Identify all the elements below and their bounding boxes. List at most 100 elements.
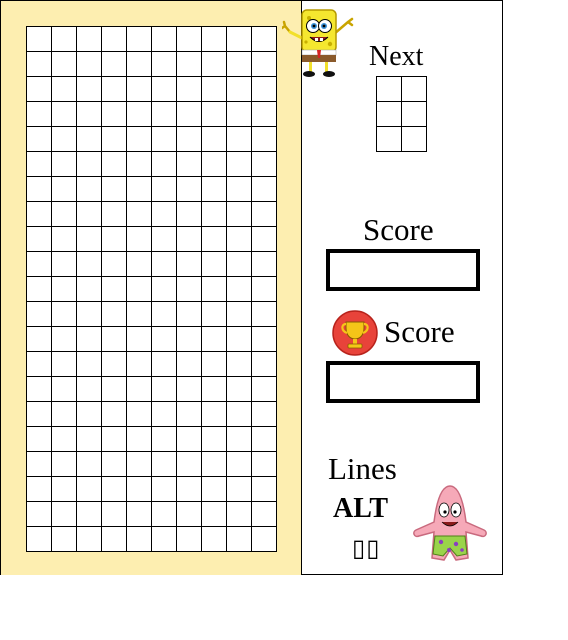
grid-cell: [152, 102, 177, 127]
grid-cell: [152, 77, 177, 102]
grid-cell: [27, 127, 52, 152]
board-panel: [1, 1, 302, 575]
grid-cell: [227, 52, 252, 77]
grid-cell: [152, 427, 177, 452]
grid-cell: [127, 77, 152, 102]
grid-cell: [252, 377, 277, 402]
grid-cell: [252, 227, 277, 252]
grid-cell: [202, 277, 227, 302]
grid-cell: [202, 102, 227, 127]
grid-cell: [102, 152, 127, 177]
grid-cell: [252, 152, 277, 177]
grid-cell: [177, 527, 202, 552]
grid-cell: [52, 352, 77, 377]
grid-cell: [27, 327, 52, 352]
grid-cell: [227, 502, 252, 527]
grid-cell: [252, 277, 277, 302]
grid-cell: [252, 327, 277, 352]
grid-cell: [152, 527, 177, 552]
grid-cell: [127, 177, 152, 202]
grid-cell: [52, 327, 77, 352]
grid-cell: [127, 152, 152, 177]
grid-cell: [177, 127, 202, 152]
grid-cell: [127, 27, 152, 52]
grid-cell: [227, 327, 252, 352]
grid-cell: [127, 227, 152, 252]
grid-cell: [102, 227, 127, 252]
grid-cell: [202, 402, 227, 427]
grid-cell: [177, 327, 202, 352]
grid-cell: [252, 77, 277, 102]
grid-cell: [402, 77, 427, 102]
grid-cell: [227, 252, 252, 277]
grid-cell: [252, 402, 277, 427]
grid-cell: [252, 52, 277, 77]
grid-cell: [27, 402, 52, 427]
grid-cell: [202, 352, 227, 377]
grid-cell: [102, 502, 127, 527]
grid-cell: [227, 177, 252, 202]
grid-cell: [252, 302, 277, 327]
grid-cell: [177, 252, 202, 277]
grid-cell: [77, 202, 102, 227]
grid-cell: [152, 402, 177, 427]
grid-cell: [402, 102, 427, 127]
grid-cell: [402, 127, 427, 152]
grid-cell: [77, 302, 102, 327]
grid-cell: [227, 427, 252, 452]
grid-cell: [127, 252, 152, 277]
high-score-value-box: [326, 361, 480, 403]
grid-cell: [52, 277, 77, 302]
grid-cell: [227, 227, 252, 252]
grid-cell: [77, 27, 102, 52]
grid-cell: [127, 352, 152, 377]
grid-cell: [252, 202, 277, 227]
grid-cell: [227, 402, 252, 427]
grid-cell: [52, 427, 77, 452]
grid-cell: [152, 52, 177, 77]
grid-cell: [52, 227, 77, 252]
grid-cell: [52, 252, 77, 277]
grid-cell: [102, 527, 127, 552]
grid-cell: [77, 427, 102, 452]
grid-cell: [77, 452, 102, 477]
grid-cell: [152, 27, 177, 52]
grid-cell: [227, 77, 252, 102]
grid-cell: [152, 327, 177, 352]
grid-cell: [52, 152, 77, 177]
grid-cell: [252, 452, 277, 477]
grid-cell: [52, 177, 77, 202]
grid-cell: [152, 352, 177, 377]
grid-cell: [102, 327, 127, 352]
grid-cell: [77, 52, 102, 77]
grid-cell: [252, 252, 277, 277]
grid-cell: [52, 502, 77, 527]
grid-cell: [27, 102, 52, 127]
grid-cell: [102, 127, 127, 152]
grid-cell: [152, 227, 177, 252]
tetris-board[interactable]: [26, 26, 277, 552]
grid-cell: [227, 352, 252, 377]
grid-cell: [377, 77, 402, 102]
grid-cell: [202, 377, 227, 402]
grid-cell: [77, 252, 102, 277]
grid-cell: [77, 277, 102, 302]
grid-cell: [27, 452, 52, 477]
grid-cell: [202, 477, 227, 502]
grid-cell: [52, 377, 77, 402]
grid-cell: [77, 352, 102, 377]
grid-cell: [127, 277, 152, 302]
grid-cell: [177, 277, 202, 302]
grid-cell: [252, 527, 277, 552]
grid-cell: [177, 427, 202, 452]
grid-cell: [27, 27, 52, 52]
grid-cell: [52, 27, 77, 52]
grid-cell: [52, 127, 77, 152]
grid-cell: [127, 327, 152, 352]
grid-cell: [202, 202, 227, 227]
grid-cell: [252, 127, 277, 152]
grid-cell: [27, 352, 52, 377]
grid-cell: [52, 402, 77, 427]
grid-cell: [152, 452, 177, 477]
grid-cell: [102, 252, 127, 277]
